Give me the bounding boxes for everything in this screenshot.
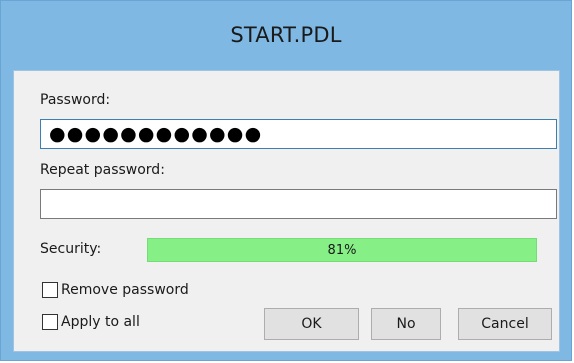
apply-to-all-checkbox[interactable]	[42, 314, 58, 330]
apply-to-all-option[interactable]: Apply to all	[42, 314, 140, 330]
repeat-password-field[interactable]	[40, 189, 557, 219]
remove-password-checkbox[interactable]	[42, 282, 58, 298]
cancel-button[interactable]: Cancel	[458, 308, 552, 340]
dialog-body: Password: ●●●●●●●●●●●● Repeat password: …	[13, 70, 560, 352]
remove-password-label: Remove password	[61, 282, 189, 298]
apply-to-all-label: Apply to all	[61, 314, 140, 330]
title-bar: START.PDL	[1, 1, 571, 69]
password-field[interactable]: ●●●●●●●●●●●●	[40, 119, 557, 149]
password-dialog: START.PDL Password: ●●●●●●●●●●●● Repeat …	[0, 0, 572, 361]
no-button[interactable]: No	[371, 308, 441, 340]
remove-password-option[interactable]: Remove password	[42, 282, 189, 298]
repeat-password-label: Repeat password:	[40, 162, 165, 178]
password-field-value: ●●●●●●●●●●●●	[49, 123, 263, 145]
password-label: Password:	[40, 92, 111, 108]
ok-button[interactable]: OK	[264, 308, 359, 340]
security-strength-bar: 81%	[147, 238, 537, 262]
security-label: Security:	[40, 241, 102, 257]
dialog-title: START.PDL	[230, 23, 342, 47]
security-percent: 81%	[327, 242, 357, 258]
